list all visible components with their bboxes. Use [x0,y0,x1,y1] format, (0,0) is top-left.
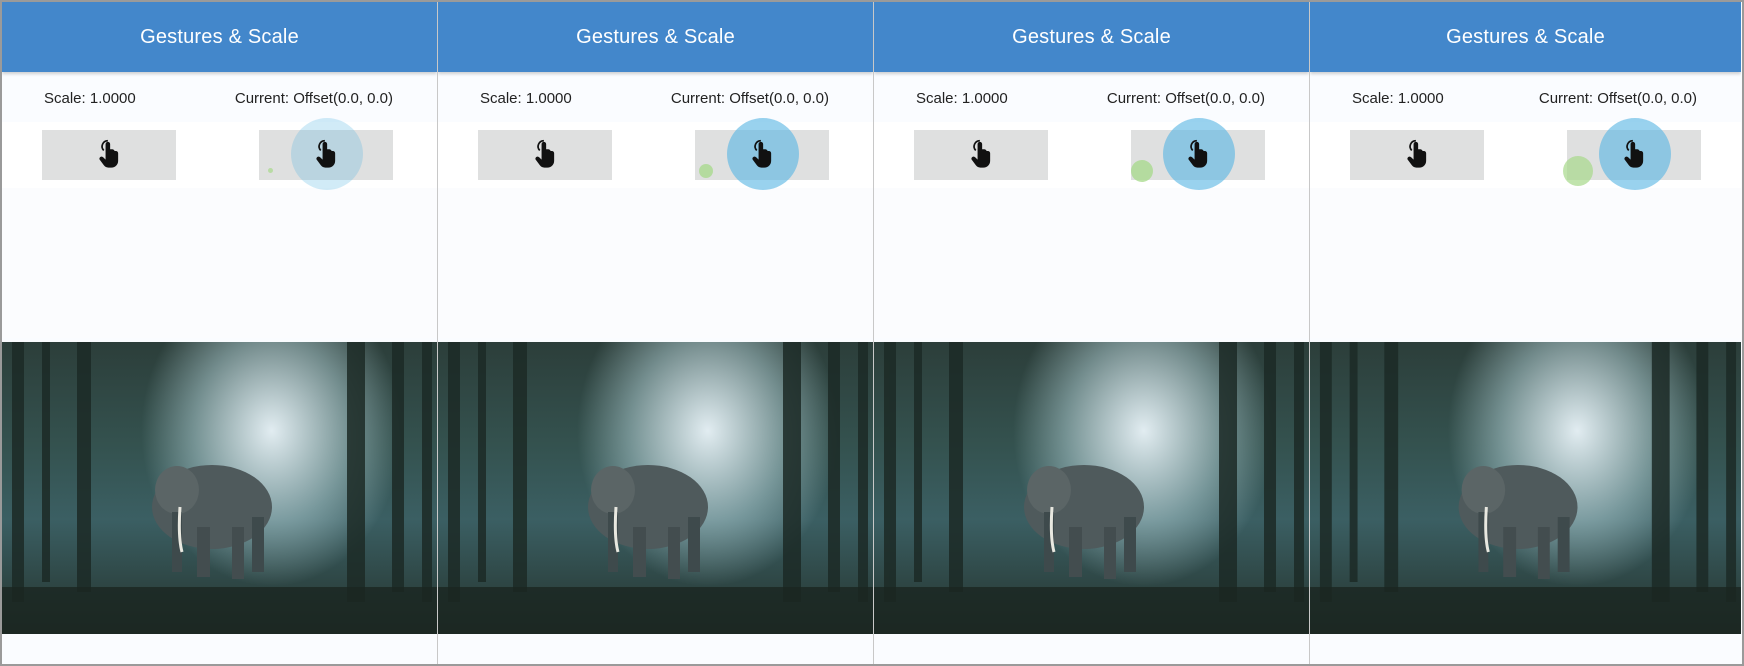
app-title: Gestures & Scale [1446,25,1605,48]
bottom-bar [1310,634,1741,664]
touch-ripple-green [268,168,273,173]
touch-app-icon [971,139,991,168]
app-bar: Gestures & Scale [2,2,437,72]
bottom-bar [874,634,1309,664]
scale-label: Scale: 1.0000 [480,90,572,107]
tap-button-left[interactable] [478,130,612,180]
tap-button-left[interactable] [914,130,1048,180]
touch-ripple-green [1563,156,1593,186]
bottom-bar [438,634,873,664]
app-bar: Gestures & Scale [438,2,873,72]
gesture-pad-area [1310,118,1741,190]
screenshot-strip: Gestures & Scale Scale: 1.0000 Current: … [0,0,1744,666]
touch-app-icon [1624,139,1644,168]
app-frame-2: Gestures & Scale Scale: 1.0000 Current: … [438,2,874,664]
offset-label: Current: Offset(0.0, 0.0) [1538,90,1697,107]
photo-illustration [1310,342,1741,638]
app-bar: Gestures & Scale [1310,2,1741,72]
offset-label: Current: Offset(0.0, 0.0) [234,90,393,107]
offset-label: Current: Offset(0.0, 0.0) [1106,90,1265,107]
info-row: Scale: 1.0000 Current: Offset(0.0, 0.0) [874,72,1309,122]
touch-app-icon [1407,139,1427,168]
info-row: Scale: 1.0000 Current: Offset(0.0, 0.0) [2,72,437,122]
blank-area [1310,188,1741,338]
offset-label: Current: Offset(0.0, 0.0) [670,90,829,107]
tap-button-left[interactable] [1350,130,1484,180]
photo-illustration [2,342,437,638]
tap-button-left[interactable] [42,130,176,180]
app-frame-4: Gestures & Scale Scale: 1.0000 Current: … [1310,2,1741,664]
gesture-pad-area [2,118,437,190]
elephant-forest-photo [2,342,437,638]
touch-app-icon [535,139,555,168]
blank-area [874,188,1309,338]
info-row: Scale: 1.0000 Current: Offset(0.0, 0.0) [438,72,873,122]
touch-ripple-green [699,164,713,178]
bottom-bar [2,634,437,664]
app-title: Gestures & Scale [576,25,735,48]
photo-illustration [438,342,873,638]
blank-area [2,188,437,338]
app-frame-3: Gestures & Scale Scale: 1.0000 Current: … [874,2,1310,664]
gesture-pad-area [438,118,873,190]
photo-illustration [874,342,1309,638]
gesture-pad-area [874,118,1309,190]
app-title: Gestures & Scale [140,25,299,48]
blank-area [438,188,873,338]
app-title: Gestures & Scale [1012,25,1171,48]
touch-app-icon [1188,139,1208,168]
info-row: Scale: 1.0000 Current: Offset(0.0, 0.0) [1310,72,1741,122]
app-frame-1: Gestures & Scale Scale: 1.0000 Current: … [2,2,438,664]
elephant-forest-photo [438,342,873,638]
touch-app-icon [99,139,119,168]
touch-ripple-green [1131,160,1153,182]
touch-app-icon [752,139,772,168]
scale-label: Scale: 1.0000 [1352,90,1444,107]
scale-label: Scale: 1.0000 [44,90,136,107]
touch-app-icon [316,139,336,168]
elephant-forest-photo [874,342,1309,638]
scale-label: Scale: 1.0000 [916,90,1008,107]
elephant-forest-photo [1310,342,1741,638]
app-bar: Gestures & Scale [874,2,1309,72]
